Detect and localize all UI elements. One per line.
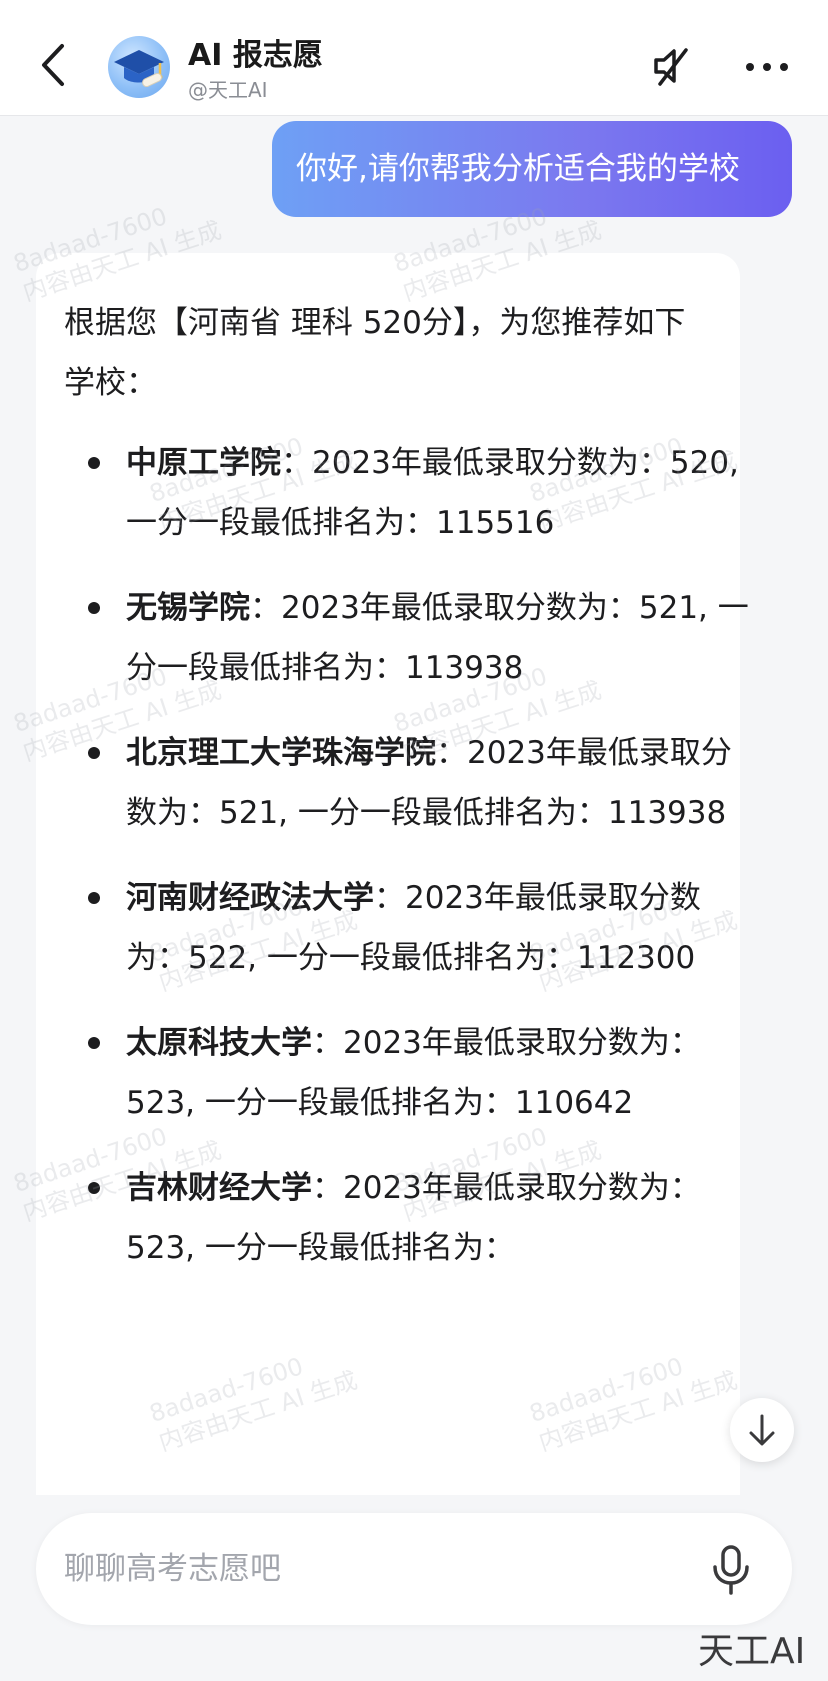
bot-avatar[interactable]: [108, 36, 170, 98]
user-message-bubble: 你好,请你帮我分析适合我的学校: [272, 121, 792, 217]
bullet-icon: [88, 1037, 100, 1049]
arrow-down-icon: [749, 1414, 775, 1446]
bullet-icon: [88, 1182, 100, 1194]
more-options-button[interactable]: [742, 52, 792, 82]
back-arrow-icon: [42, 44, 64, 86]
chat-header: AI 报志愿 @天工AI: [0, 0, 828, 116]
school-name: 吉林财经大学: [126, 1170, 312, 1206]
graduation-cap-icon: [114, 50, 164, 88]
chat-area[interactable]: 你好,请你帮我分析适合我的学校 根据您【河南省 理科 520分】，为您推荐如下学…: [0, 117, 828, 1495]
bot-intro-text: 根据您【河南省 理科 520分】，为您推荐如下学校：: [64, 305, 686, 401]
school-name: 河南财经政法大学: [126, 880, 374, 916]
message-input-container[interactable]: [36, 1513, 792, 1625]
separator: ：: [436, 735, 467, 771]
separator: ：: [374, 880, 405, 916]
bullet-icon: [88, 602, 100, 614]
school-name: 太原科技大学: [126, 1025, 312, 1061]
back-button[interactable]: [36, 40, 72, 90]
scroll-to-bottom-button[interactable]: [730, 1398, 794, 1462]
school-list: 中原工学院：2023年最低录取分数为：520, 一分一段最低排名为：115516…: [64, 433, 749, 1278]
bot-title: AI 报志愿: [188, 38, 323, 73]
brand-watermark: 天工AI: [698, 1631, 806, 1672]
voice-input-button[interactable]: [706, 1543, 756, 1597]
school-name: 北京理工大学珠海学院: [126, 735, 436, 771]
list-item: 北京理工大学珠海学院：2023年最低录取分数为：521, 一分一段最低排名为：1…: [64, 723, 754, 843]
list-item: 河南财经政法大学：2023年最低录取分数为：522, 一分一段最低排名为：112…: [64, 868, 754, 988]
bullet-icon: [88, 457, 100, 469]
separator: ：: [250, 590, 281, 626]
bullet-icon: [88, 892, 100, 904]
separator: ：: [312, 1025, 343, 1061]
message-input[interactable]: [64, 1513, 684, 1625]
list-item: 中原工学院：2023年最低录取分数为：520, 一分一段最低排名为：115516: [64, 433, 754, 553]
list-item: 吉林财经大学：2023年最低录取分数为：523, 一分一段最低排名为：: [64, 1158, 754, 1278]
more-dots-icon: [746, 63, 788, 71]
school-name: 中原工学院: [126, 445, 281, 481]
bot-handle: @天工AI: [188, 78, 268, 102]
mute-button[interactable]: [650, 44, 694, 88]
separator: ：: [281, 445, 312, 481]
school-name: 无锡学院: [126, 590, 250, 626]
bullet-icon: [88, 747, 100, 759]
list-item: 太原科技大学：2023年最低录取分数为：523, 一分一段最低排名为：11064…: [64, 1013, 754, 1133]
muted-speaker-icon: [654, 48, 688, 86]
microphone-icon: [713, 1545, 749, 1595]
separator: ：: [312, 1170, 343, 1206]
bot-message-card: 根据您【河南省 理科 520分】，为您推荐如下学校： 中原工学院：2023年最低…: [36, 253, 749, 1495]
list-item: 无锡学院：2023年最低录取分数为：521, 一分一段最低排名为：113938: [64, 578, 754, 698]
